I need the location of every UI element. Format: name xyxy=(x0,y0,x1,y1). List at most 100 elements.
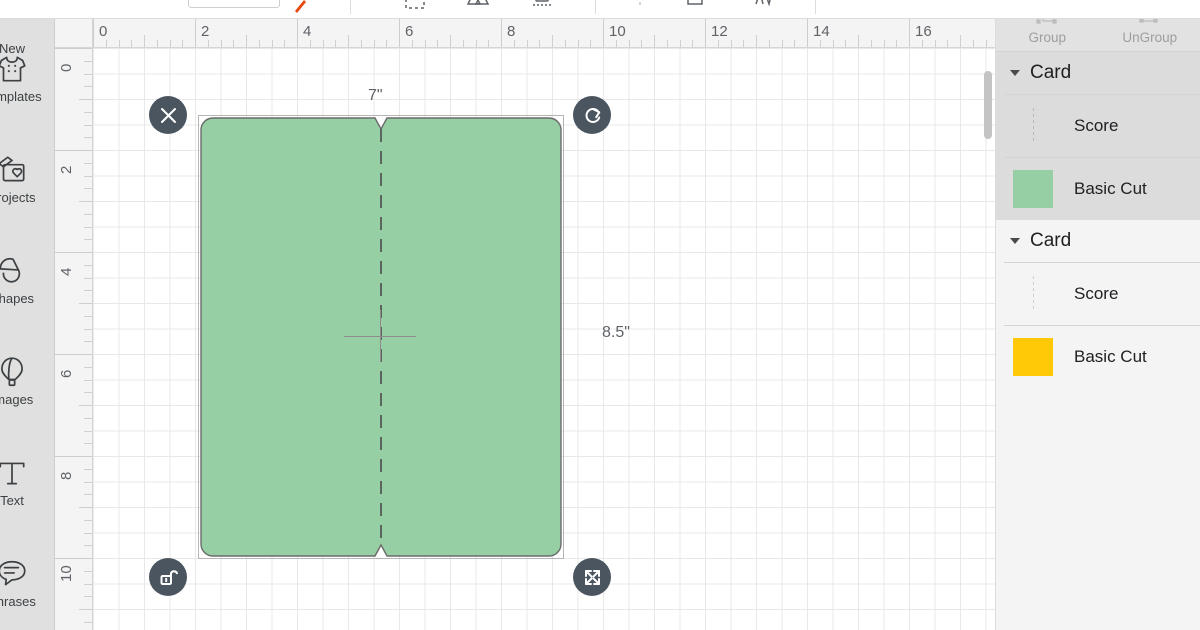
ruler-tick xyxy=(79,201,92,202)
ruler-tick xyxy=(360,40,362,47)
vertical-scrollbar[interactable] xyxy=(984,71,992,139)
ruler-tick xyxy=(322,40,324,47)
text-t-icon xyxy=(0,456,29,490)
ruler-tick xyxy=(743,40,745,47)
ruler-tick xyxy=(437,40,439,47)
ruler-tick xyxy=(84,277,92,279)
layer-group-header[interactable]: Card xyxy=(996,52,1200,94)
ruler-tick xyxy=(513,40,515,47)
sidebar-item-phrases[interactable]: Phrases xyxy=(0,557,52,609)
contour-icon[interactable] xyxy=(748,0,778,14)
layer-group[interactable]: Card Score Basic Cut xyxy=(996,52,1200,220)
ruler-tick xyxy=(258,40,260,47)
sidebar-item-images[interactable]: Images xyxy=(0,355,52,407)
horizontal-ruler: 0 2 4 6 8 10 12 14 16 xyxy=(55,19,995,48)
sidebar-item-shapes[interactable]: Shapes xyxy=(0,254,52,306)
ruler-tick xyxy=(450,35,451,47)
layer-row[interactable]: Basic Cut xyxy=(1004,157,1200,220)
canvas-area[interactable]: 7" 8.5" 0 2 4 6 8 10 12 14 16 0 2 4 6 8 10 xyxy=(55,19,995,630)
ruler-major-line xyxy=(603,19,604,47)
linetype-field[interactable] xyxy=(188,0,280,8)
ruler-tick xyxy=(552,35,553,47)
layer-name: Score xyxy=(1074,116,1119,135)
ruler-tick xyxy=(118,40,120,47)
detach-icon[interactable] xyxy=(625,0,655,14)
ruler-tick xyxy=(182,40,184,47)
ruler-tick xyxy=(271,40,273,47)
ruler-tick xyxy=(386,40,388,47)
ruler-tick xyxy=(475,40,477,47)
close-icon xyxy=(160,107,176,123)
ruler-tick xyxy=(84,60,92,62)
sidebar-item-text[interactable]: Text xyxy=(0,456,52,508)
rotate-handle[interactable] xyxy=(573,96,611,134)
ruler-tick xyxy=(577,40,579,47)
layer-name: Basic Cut xyxy=(1074,347,1147,366)
score-line-thumbnail xyxy=(1013,107,1053,145)
ruler-tick xyxy=(84,290,92,292)
layer-row[interactable]: Score xyxy=(1004,94,1200,157)
layer-list: Card Score Basic Cut Card Score Basic Cut xyxy=(996,52,1200,630)
ruler-major-line xyxy=(399,19,400,47)
ruler-tick xyxy=(79,99,92,100)
ruler-major-line xyxy=(55,48,92,49)
hot-air-balloon-icon xyxy=(0,355,29,389)
sidebar-item-label: Text xyxy=(0,493,24,508)
width-dimension-label: 7" xyxy=(368,87,383,104)
ruler-tick xyxy=(768,40,770,47)
color-swatch-red[interactable] xyxy=(292,0,308,14)
ruler-tick xyxy=(564,40,566,47)
ruler-tick xyxy=(233,40,235,47)
attach-icon[interactable] xyxy=(527,0,557,14)
layer-group[interactable]: Card Score Basic Cut xyxy=(996,220,1200,388)
ruler-tick xyxy=(84,341,92,343)
ruler-label: 8 xyxy=(58,471,75,480)
ruler-tick xyxy=(985,40,987,47)
ruler-tick xyxy=(373,40,375,47)
resize-handle[interactable] xyxy=(573,558,611,596)
ruler-label: 14 xyxy=(813,23,830,40)
ruler-tick xyxy=(641,40,643,47)
ruler-major-line xyxy=(807,19,808,47)
left-sidebar: New Templates xyxy=(0,0,55,630)
ruler-label: 0 xyxy=(99,23,108,40)
sidebar-item-projects[interactable]: Projects xyxy=(0,153,52,205)
ruler-major-line xyxy=(93,19,94,47)
ruler-tick xyxy=(845,40,847,47)
ruler-tick xyxy=(870,40,872,47)
ruler-label: 8 xyxy=(507,23,516,40)
ruler-major-line xyxy=(195,19,196,47)
slice-icon[interactable] xyxy=(400,0,430,14)
ruler-tick xyxy=(79,303,92,304)
layer-color-swatch[interactable] xyxy=(1013,338,1053,376)
layer-color-swatch[interactable] xyxy=(1013,170,1053,208)
ruler-tick xyxy=(84,494,92,496)
ruler-tick xyxy=(411,40,413,47)
lock-handle[interactable] xyxy=(149,558,187,596)
ruler-tick xyxy=(84,621,92,623)
ruler-tick xyxy=(246,35,247,47)
ruler-tick xyxy=(84,366,92,368)
ruler-tick xyxy=(896,40,898,47)
selection-bounding-box xyxy=(198,115,564,559)
sidebar-item-templates[interactable]: Templates xyxy=(0,52,52,104)
chevron-down-icon[interactable] xyxy=(1010,238,1020,244)
ruler-tick xyxy=(794,40,796,47)
layer-row[interactable]: Score xyxy=(1004,262,1200,325)
ruler-tick xyxy=(883,40,885,47)
delete-handle[interactable] xyxy=(149,96,187,134)
ruler-tick xyxy=(84,137,92,139)
ruler-tick xyxy=(169,40,171,47)
ruler-tick xyxy=(309,40,311,47)
ruler-label: 2 xyxy=(201,23,210,40)
layer-row[interactable]: Basic Cut xyxy=(1004,325,1200,388)
ruler-tick xyxy=(858,35,859,47)
ruler-tick xyxy=(84,570,92,572)
ruler-tick xyxy=(79,405,92,406)
layer-group-header[interactable]: Card xyxy=(996,220,1200,262)
flatten-icon[interactable] xyxy=(680,0,710,14)
weld-icon[interactable] xyxy=(463,0,493,14)
ruler-tick xyxy=(539,40,541,47)
ruler-tick xyxy=(84,519,92,521)
chevron-down-icon[interactable] xyxy=(1010,70,1020,76)
